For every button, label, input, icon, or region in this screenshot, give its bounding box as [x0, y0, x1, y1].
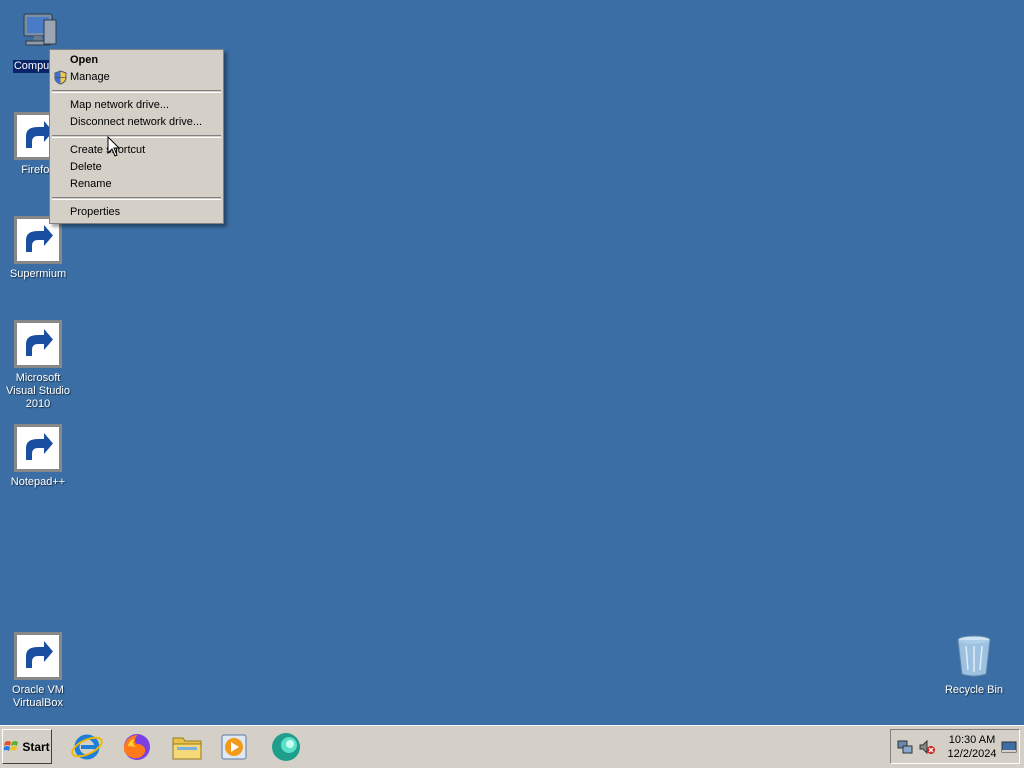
visual-studio-icon	[14, 320, 62, 368]
menu-item-delete[interactable]: Delete	[50, 159, 223, 176]
shortcut-arrow-icon	[14, 632, 62, 680]
shortcut-arrow-icon	[14, 424, 62, 472]
desktop-icon-recycle-bin[interactable]: Recycle Bin	[936, 632, 1012, 697]
network-icon[interactable]	[897, 739, 913, 755]
desktop[interactable]: Computer Firefox Supermium Microsoft Vis…	[0, 0, 1024, 725]
supermium-icon	[272, 733, 300, 761]
taskbar: Start 10:30 AM 12/2/2024	[0, 725, 1024, 768]
context-menu: Open Manage Map network drive... Disconn…	[49, 49, 224, 224]
windows-logo-icon	[4, 740, 19, 751]
menu-item-map-network-drive[interactable]: Map network drive...	[50, 97, 223, 114]
desktop-icon-label: Recycle Bin	[944, 684, 1004, 696]
desktop-icon-label: Supermium	[9, 268, 67, 280]
system-tray: 10:30 AM 12/2/2024	[890, 729, 1020, 764]
menu-separator	[52, 197, 221, 200]
menu-item-rename[interactable]: Rename	[50, 176, 223, 193]
menu-separator	[52, 135, 221, 138]
shortcut-arrow-icon	[14, 320, 62, 368]
clock[interactable]: 10:30 AM 12/2/2024	[941, 733, 1003, 761]
volume-muted-icon[interactable]	[919, 739, 935, 755]
shield-icon	[54, 70, 67, 85]
file-explorer-icon	[172, 737, 202, 760]
quicklaunch-media-player[interactable]	[218, 730, 252, 764]
mouse-cursor-icon	[107, 136, 121, 157]
start-label: Start	[22, 739, 50, 754]
menu-item-create-shortcut[interactable]: Create shortcut	[50, 142, 223, 159]
desktop-icon-label: Oracle VM VirtualBox	[12, 684, 64, 709]
desktop-icon-label: Notepad++	[10, 476, 66, 488]
clock-time: 10:30 AM	[948, 734, 996, 746]
start-button[interactable]: Start	[2, 729, 52, 764]
desktop-icon-visual-studio[interactable]: Microsoft Visual Studio 2010	[0, 320, 76, 411]
desktop-icon-label: Microsoft Visual Studio 2010	[5, 372, 70, 410]
desktop-icon-supermium[interactable]: Supermium	[0, 216, 76, 281]
quicklaunch-firefox[interactable]	[119, 730, 153, 764]
menu-item-properties[interactable]: Properties	[50, 204, 223, 221]
desktop-icon-virtualbox[interactable]: Oracle VM VirtualBox	[0, 632, 76, 710]
firefox-icon	[123, 734, 150, 760]
notepadpp-icon	[14, 424, 62, 472]
menu-item-disconnect-network-drive[interactable]: Disconnect network drive...	[50, 114, 223, 131]
menu-item-manage[interactable]: Manage	[50, 69, 223, 86]
recycle-bin-icon	[950, 632, 998, 680]
internet-explorer-icon	[71, 734, 103, 760]
quicklaunch-supermium[interactable]	[269, 730, 303, 764]
quicklaunch-internet-explorer[interactable]	[70, 730, 104, 764]
virtualbox-icon	[14, 632, 62, 680]
quicklaunch-file-explorer[interactable]	[170, 730, 204, 764]
show-desktop-icon[interactable]	[1001, 739, 1017, 755]
desktop-icon-notepadpp[interactable]: Notepad++	[0, 424, 76, 489]
clock-date: 12/2/2024	[947, 748, 997, 760]
media-player-icon	[221, 734, 247, 760]
menu-separator	[52, 90, 221, 93]
menu-item-label: Manage	[70, 71, 110, 83]
menu-item-open[interactable]: Open	[50, 52, 223, 69]
